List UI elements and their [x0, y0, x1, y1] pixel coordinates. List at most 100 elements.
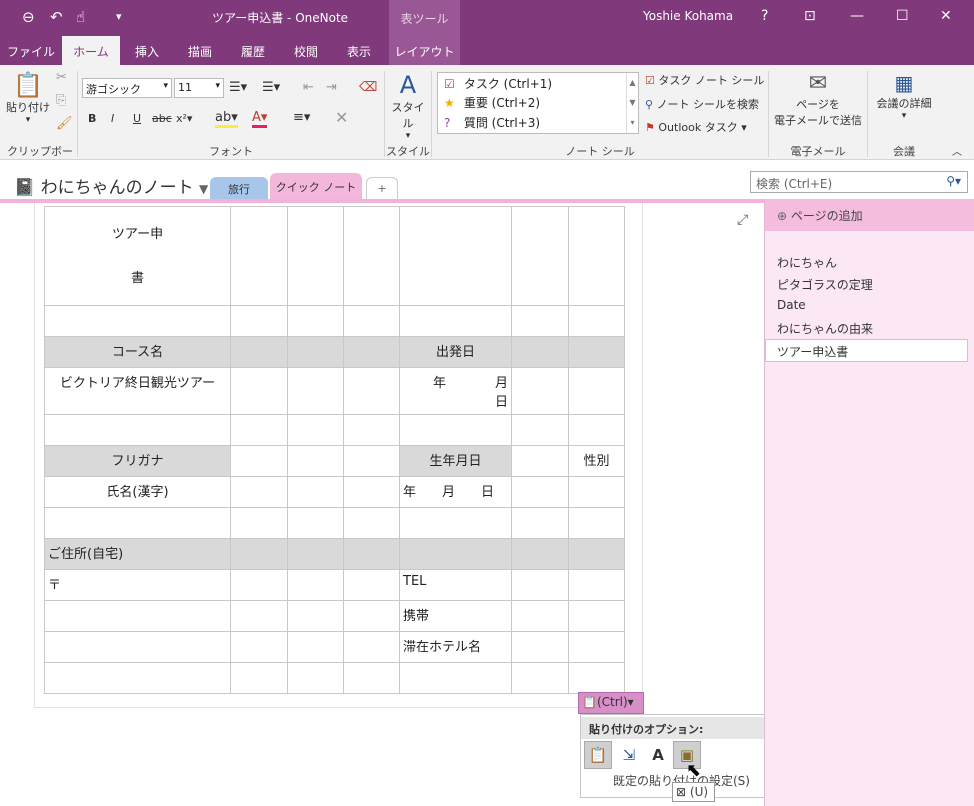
table-cell[interactable] [568, 367, 625, 415]
table-cell[interactable] [343, 206, 400, 306]
table-cell[interactable] [343, 600, 400, 632]
table-cell[interactable] [399, 206, 512, 306]
paste-options-tag[interactable]: 📋(Ctrl)▾ [578, 692, 644, 714]
ribbon-display-icon[interactable]: ⊡ [804, 8, 816, 24]
tab-view[interactable]: 表示 [332, 36, 386, 65]
close-icon[interactable]: ✕ [940, 8, 952, 24]
tab-insert[interactable]: 挿入 [120, 36, 174, 65]
postal-mark[interactable]: 〒 [44, 569, 231, 601]
name-kanji-label[interactable]: 氏名(漢字) [44, 476, 231, 508]
table-cell[interactable] [230, 662, 288, 694]
tag-todo[interactable]: ☑ タスク (Ctrl+1) [444, 75, 552, 92]
table-cell[interactable] [287, 631, 344, 663]
undo-icon[interactable]: ↶ [50, 8, 63, 26]
minimize-icon[interactable]: — [850, 8, 864, 24]
collapse-ribbon-icon[interactable]: ︿ [952, 143, 962, 158]
outlook-tasks-button[interactable]: ⚑ Outlook タスク ▾ [645, 119, 747, 135]
table-cell[interactable] [287, 367, 344, 415]
back-icon[interactable]: ⊖ [22, 8, 35, 26]
maximize-icon[interactable]: ☐ [896, 8, 909, 24]
tab-layout[interactable]: レイアウト [389, 36, 460, 65]
table-cell[interactable] [343, 569, 400, 601]
search-box[interactable]: 検索 (Ctrl+E) ⚲▾ [750, 171, 968, 193]
tel-label[interactable]: TEL [399, 569, 512, 601]
birthdate-header[interactable]: 生年月日 [399, 445, 512, 477]
tab-history[interactable]: 履歴 [226, 36, 280, 65]
table-cell[interactable] [230, 569, 288, 601]
table-cell[interactable] [230, 367, 288, 415]
table-cell[interactable] [44, 305, 231, 337]
keep-source-formatting-icon[interactable]: 📋 [584, 741, 612, 769]
table-cell[interactable] [287, 206, 344, 306]
help-button[interactable]: ? [761, 8, 768, 24]
table-cell[interactable] [568, 662, 625, 694]
table-cell[interactable] [399, 538, 512, 570]
table-cell[interactable] [568, 631, 625, 663]
table-cell[interactable] [343, 305, 400, 337]
numbering-icon[interactable]: ☰▾ [262, 80, 280, 95]
table-cell[interactable] [230, 600, 288, 632]
table-cell[interactable] [44, 600, 231, 632]
table-cell[interactable] [568, 414, 625, 446]
copy-icon[interactable]: ⎘ [56, 93, 66, 108]
table-cell[interactable] [287, 569, 344, 601]
table-cell[interactable] [44, 631, 231, 663]
table-cell[interactable] [511, 569, 569, 601]
table-cell[interactable] [511, 445, 569, 477]
page-item[interactable]: Date [777, 298, 806, 312]
style-button[interactable]: A スタイル ▾ [388, 71, 428, 141]
font-color-icon[interactable]: A▾ [252, 110, 268, 128]
table-cell[interactable] [230, 206, 288, 306]
italic-icon[interactable]: I [111, 112, 114, 125]
table-cell[interactable] [568, 305, 625, 337]
tag-important[interactable]: ★ 重要 (Ctrl+2) [444, 94, 540, 111]
underline-icon[interactable]: U [133, 112, 141, 125]
hotel-label[interactable]: 滞在ホテル名 [399, 631, 512, 663]
keep-text-only-icon[interactable]: A [644, 741, 672, 769]
table-cell[interactable] [511, 336, 569, 368]
table-cell[interactable] [230, 336, 288, 368]
table-cell[interactable] [399, 662, 512, 694]
table-cell[interactable] [511, 631, 569, 663]
course-name-header[interactable]: コース名 [44, 336, 231, 368]
table-cell[interactable] [568, 206, 625, 306]
align-icon[interactable]: ≡▾ [293, 110, 310, 125]
table-cell[interactable] [511, 662, 569, 694]
table-cell[interactable] [287, 662, 344, 694]
table-cell[interactable] [511, 305, 569, 337]
tab-file[interactable]: ファイル [0, 36, 62, 65]
table-cell[interactable] [511, 600, 569, 632]
table-cell[interactable] [230, 538, 288, 570]
customize-qat-icon[interactable]: ▾ [116, 8, 122, 26]
table-cell[interactable] [511, 414, 569, 446]
table-cell[interactable] [511, 507, 569, 539]
table-cell[interactable] [287, 336, 344, 368]
page-item[interactable]: わにちゃん [777, 254, 837, 271]
departure-date-cell[interactable]: 年 月日 [399, 367, 512, 415]
email-page-button[interactable]: ✉ ページを 電子メールで送信 [772, 71, 864, 128]
table-cell[interactable] [230, 305, 288, 337]
bullets-icon[interactable]: ☰▾ [229, 80, 247, 95]
table-cell[interactable] [287, 305, 344, 337]
table-cell[interactable] [568, 538, 625, 570]
table-cell[interactable] [343, 414, 400, 446]
table-cell[interactable] [230, 507, 288, 539]
table-cell[interactable] [44, 507, 231, 539]
form-title[interactable]: ツアー申書 [44, 206, 231, 306]
strikethrough-icon[interactable]: abc [152, 112, 172, 125]
table-cell[interactable] [287, 414, 344, 446]
tab-draw[interactable]: 描画 [174, 36, 226, 65]
decrease-indent-icon[interactable]: ⇤ [303, 80, 314, 95]
find-tags-button[interactable]: ⚲ ノート シールを検索 [645, 96, 759, 112]
table-cell[interactable] [343, 336, 400, 368]
table-cell[interactable] [287, 476, 344, 508]
table-cell[interactable] [287, 600, 344, 632]
table-cell[interactable] [568, 336, 625, 368]
font-size-box[interactable]: 11 ▾ [174, 78, 224, 98]
page-item[interactable]: ピタゴラスの定理 [777, 276, 873, 293]
tag-question[interactable]: ? 質問 (Ctrl+3) [444, 114, 540, 131]
mobile-label[interactable]: 携帯 [399, 600, 512, 632]
subscript-icon[interactable]: x²▾ [176, 112, 192, 125]
task-tag-button[interactable]: ☑ タスク ノート シール [645, 72, 764, 88]
expand-icon[interactable]: ⤢ [737, 212, 748, 228]
